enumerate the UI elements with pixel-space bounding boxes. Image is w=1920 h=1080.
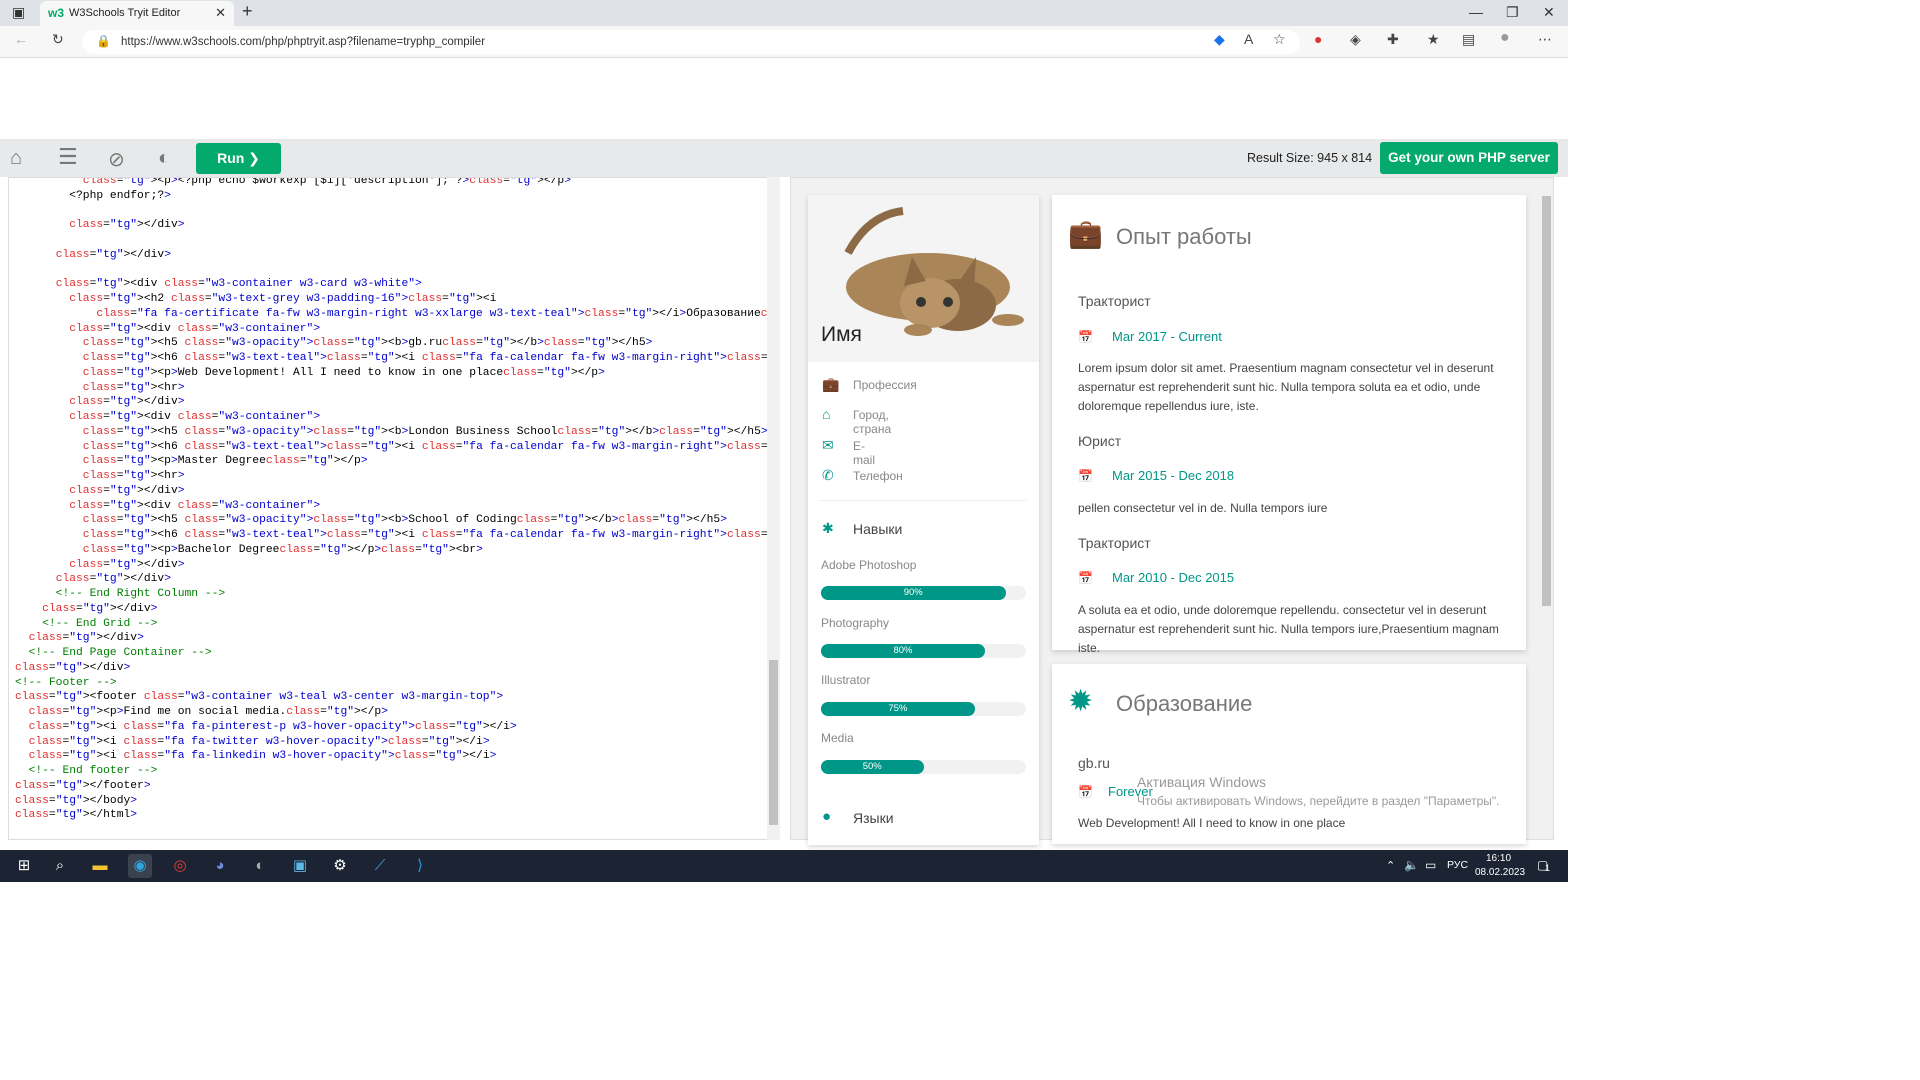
skill-label: Media — [821, 731, 854, 745]
school-name: gb.ru — [1078, 755, 1110, 771]
file-explorer-icon[interactable]: ▬ — [88, 854, 112, 878]
clock-date[interactable]: 08.02.2023 — [1475, 867, 1525, 878]
calendar-icon: 📅 — [1078, 469, 1093, 483]
job-date: 📅 Mar 2010 - Dec 2015 — [1078, 570, 1235, 585]
job-title: Юрист — [1078, 433, 1122, 449]
tray-chevron-icon[interactable]: ⌃ — [1386, 859, 1395, 872]
language-indicator[interactable]: РУС — [1447, 859, 1468, 871]
app-swoosh-icon[interactable]: ⟋ — [368, 854, 392, 878]
clock-time[interactable]: 16:10 — [1486, 853, 1511, 864]
skill-bar-fill: 50% — [821, 760, 924, 774]
theme-contrast-icon[interactable]: ◐ — [158, 147, 170, 170]
extension-tag-icon[interactable]: ◆ — [1214, 31, 1225, 48]
skill-bar: 75% — [821, 702, 1026, 716]
globe-icon: ● — [822, 808, 832, 825]
back-icon[interactable]: ← — [14, 31, 28, 47]
search-icon[interactable]: ⌕ — [48, 854, 72, 878]
read-aloud-icon[interactable]: A — [1244, 31, 1253, 47]
browser-tab[interactable]: w3 W3Schools Tryit Editor ✕ — [40, 1, 234, 26]
windows-start-icon[interactable]: ⊞ — [12, 854, 36, 878]
favorites-icon[interactable]: ★ — [1427, 31, 1440, 48]
vscode-icon[interactable]: ⟩ — [408, 854, 432, 878]
calendar-icon: 📅 — [1078, 571, 1093, 585]
skill-bar: 80% — [821, 644, 1026, 658]
job-title: Тракторист — [1078, 293, 1151, 309]
profile-avatar-icon[interactable]: ● — [1500, 29, 1510, 47]
close-tab-icon[interactable]: ✕ — [215, 5, 226, 21]
collections-icon[interactable]: ▤ — [1462, 31, 1475, 48]
menu-icon[interactable]: ☰ — [58, 144, 78, 170]
restore-icon[interactable]: ❐ — [1506, 4, 1519, 21]
job-description: pellen consectetur vel in de. Nulla temp… — [1078, 501, 1328, 515]
volume-icon[interactable]: 🔈 — [1404, 858, 1419, 872]
run-button[interactable]: Run ❯ — [196, 143, 281, 174]
tab-title: W3Schools Tryit Editor — [69, 7, 181, 19]
skills-title: Навыки — [853, 521, 903, 537]
calendar-icon: 📅 — [1078, 330, 1093, 344]
new-tab-icon[interactable]: + — [242, 1, 253, 22]
url-field[interactable]: 🔒 https://www.w3schools.com/php/phptryit… — [82, 30, 1300, 54]
skill-label: Photography — [821, 616, 890, 630]
windows-taskbar — [0, 850, 1568, 882]
school-date: 📅 Forever — [1078, 784, 1153, 799]
discord-icon[interactable]: ◕ — [208, 854, 232, 878]
calendar-icon: 📅 — [1078, 785, 1093, 799]
minimize-icon[interactable]: — — [1469, 4, 1483, 20]
skill-bar-fill: 75% — [821, 702, 975, 716]
skill-bar: 90% — [821, 586, 1026, 600]
phone-icon: ✆ — [822, 467, 834, 483]
job-description: A soluta ea et odio, unde doloremque rep… — [1078, 603, 1499, 655]
envelope-icon: ✉ — [822, 437, 834, 453]
chrome-icon[interactable]: ◎ — [168, 854, 192, 878]
home-icon[interactable]: ⌂ — [10, 147, 22, 170]
edge-browser-icon[interactable]: ◉ — [128, 854, 152, 878]
tab-actions-icon[interactable]: ▣ — [12, 4, 25, 21]
address-bar-row: ← ↻ 🔒 https://www.w3schools.com/php/phpt… — [0, 26, 1568, 58]
code-text[interactable]: class="tg"><p><?php echo $workexp [$i]['… — [15, 178, 779, 823]
code-scrollbar-thumb[interactable] — [769, 660, 778, 825]
settings-gear-icon[interactable]: ⚙ — [328, 854, 352, 878]
browser-tab-bar: ▣ w3 W3Schools Tryit Editor ✕ + — ❐ ✕ — [0, 0, 1568, 26]
job-title: Тракторист — [1078, 535, 1151, 551]
home-icon: ⌂ — [822, 406, 831, 422]
adblock-icon[interactable]: ● — [1314, 31, 1322, 47]
network-icon[interactable]: ▭ — [1425, 858, 1436, 872]
favorite-star-icon[interactable]: ☆ — [1273, 31, 1286, 48]
rotate-orientation-icon[interactable]: ⊘ — [108, 147, 125, 172]
certificate-icon: ✹ — [1068, 685, 1094, 718]
job-description: Lorem ipsum dolor sit amet. Praesentium … — [1078, 361, 1494, 413]
lock-icon: 🔒 — [96, 34, 111, 48]
get-server-button[interactable]: Get your own PHP server — [1380, 142, 1558, 174]
more-menu-icon[interactable]: ⋯ — [1538, 31, 1552, 48]
skill-label: Adobe Photoshop — [821, 558, 917, 572]
profile-name: Имя — [821, 323, 862, 346]
extensions-puzzle-icon[interactable]: ✚ — [1387, 31, 1399, 48]
briefcase-icon: 💼 — [1068, 218, 1103, 249]
result-size-label: Result Size: 945 x 814 — [1247, 151, 1373, 165]
education-title: Образование — [1116, 691, 1253, 716]
close-window-icon[interactable]: ✕ — [1543, 4, 1555, 21]
w3schools-logo-icon: w3 — [48, 6, 65, 20]
skill-label: Illustrator — [821, 673, 871, 687]
job-date: 📅 Mar 2017 - Current — [1078, 329, 1222, 344]
skill-bar-fill: 80% — [821, 644, 985, 658]
school-description: Web Development! All I need to know in o… — [1078, 816, 1346, 830]
experience-title: Опыт работы — [1116, 224, 1252, 249]
languages-title: Языки — [853, 810, 894, 826]
divider — [820, 500, 1026, 501]
skill-bar: 50% — [821, 760, 1026, 774]
code-editor[interactable]: class="tg"><p><?php echo $workexp [$i]['… — [8, 177, 780, 840]
extension-icon[interactable]: ◈ — [1350, 31, 1361, 48]
url-text: https://www.w3schools.com/php/phptryit.a… — [121, 36, 486, 48]
notifications-count: 1 — [1545, 863, 1551, 873]
refresh-icon[interactable]: ↻ — [52, 31, 64, 48]
asterisk-icon: ✱ — [822, 520, 834, 536]
job-date: 📅 Mar 2015 - Dec 2018 — [1078, 468, 1235, 483]
skill-bar-fill: 90% — [821, 586, 1006, 600]
app-window-icon[interactable]: ▣ — [288, 854, 312, 878]
briefcase-icon: 💼 — [822, 376, 840, 392]
steam-icon[interactable]: ◐ — [248, 854, 272, 878]
result-scrollbar-thumb[interactable] — [1542, 196, 1551, 606]
